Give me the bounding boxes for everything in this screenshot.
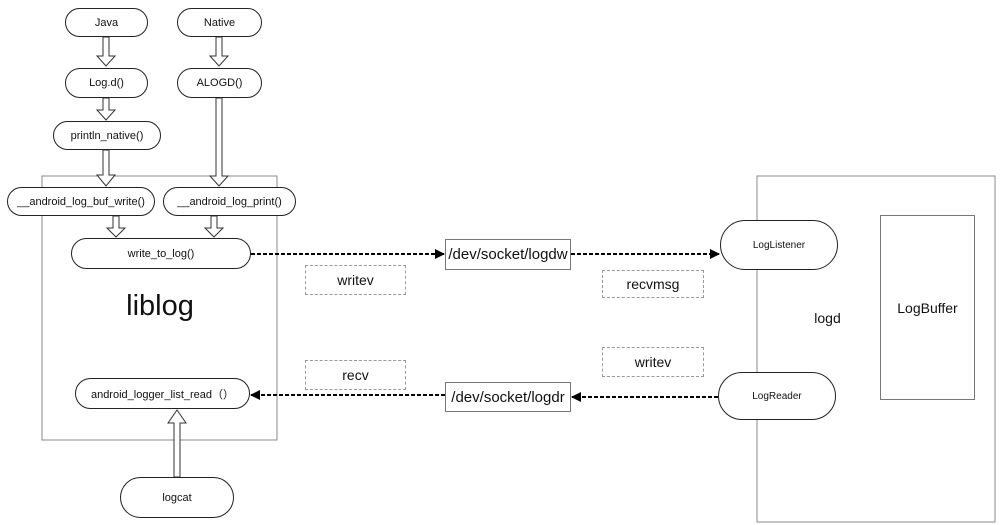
edge-label-recvmsg: recvmsg — [602, 270, 704, 298]
node-logdr: /dev/socket/logdr — [445, 382, 571, 412]
node-write-to-log: write_to_log() — [71, 238, 251, 269]
block-arrow-logcat-listread — [167, 409, 187, 478]
node-log-listener: LogListener — [720, 220, 838, 270]
logd-label: logd — [814, 310, 841, 326]
node-alogd: ALOGD() — [177, 68, 262, 98]
block-arrow-println-bufwrite — [95, 149, 117, 187]
diagram: Java Native Log.d() ALOGD() println_nati… — [0, 0, 1000, 525]
block-arrow-java-logd — [95, 36, 117, 67]
node-log-d: Log.d() — [65, 68, 148, 98]
liblog-label: liblog — [126, 289, 194, 322]
block-arrow-logd-println — [95, 97, 117, 121]
node-println-native: println_native() — [53, 121, 161, 150]
node-buf-write: __android_log_buf_write() — [7, 187, 155, 216]
node-logdw: /dev/socket/logdw — [445, 239, 571, 270]
node-logcat: logcat — [120, 477, 234, 518]
edge-label-writev: writev — [305, 265, 406, 295]
node-java: Java — [65, 8, 148, 37]
node-list-read: android_logger_list_read（） — [75, 378, 250, 409]
node-native: Native — [177, 8, 262, 37]
node-log-reader: LogReader — [718, 372, 836, 420]
node-log-buffer: LogBuffer — [880, 215, 975, 400]
block-arrow-native-alogd — [208, 36, 230, 67]
edge-label-writev-2: writev — [602, 347, 704, 377]
node-log-print: __android_log_print() — [163, 187, 296, 216]
edge-label-recv: recv — [305, 360, 406, 390]
block-arrow-bufwrite-writetolog — [105, 215, 127, 238]
block-arrow-print-writetolog — [203, 215, 225, 238]
block-arrow-alogd-print — [208, 97, 230, 187]
